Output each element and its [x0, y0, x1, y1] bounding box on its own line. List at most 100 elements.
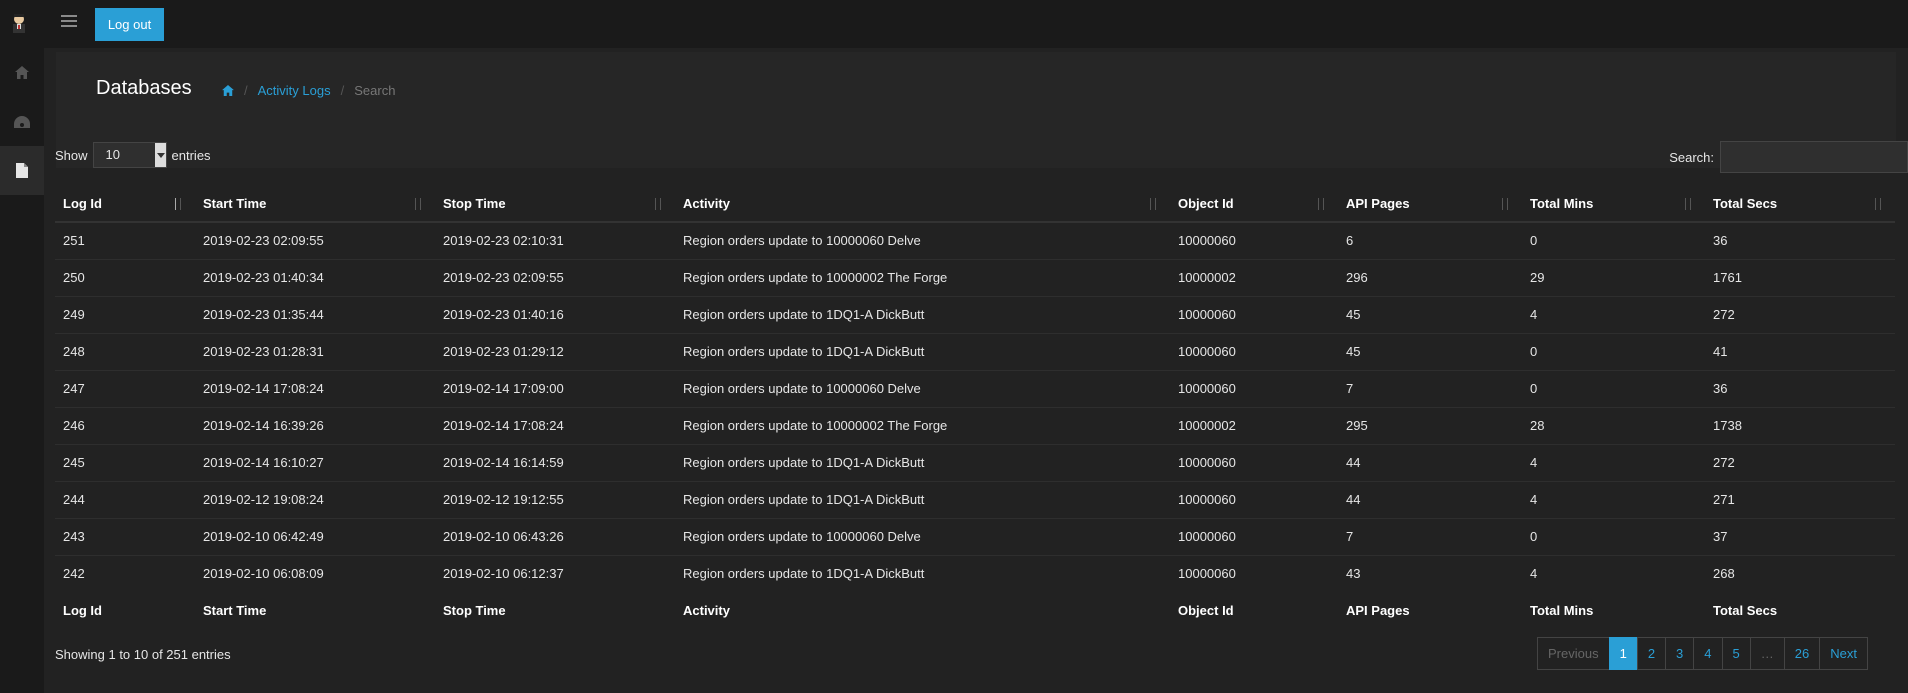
table-cell: 272 — [1705, 295, 1895, 333]
footer-column-label: Total Mins — [1530, 602, 1594, 618]
search-label: Search: — [1669, 149, 1714, 165]
table-cell: 2019-02-12 19:12:55 — [435, 480, 675, 518]
table-cell: 7 — [1338, 517, 1522, 555]
footer-column-label: Log Id — [63, 602, 102, 618]
entries-select[interactable]: 10 — [92, 142, 167, 168]
breadcrumb-separator: / — [340, 83, 345, 98]
table-cell: 10000060 — [1170, 369, 1338, 407]
table-cell: Region orders update to 1DQ1-A DickButt — [675, 443, 1170, 481]
menu-toggle-icon[interactable] — [61, 15, 77, 29]
search-control: Search: — [1669, 141, 1908, 173]
file-icon — [16, 163, 28, 178]
sidebar-item-home[interactable] — [0, 48, 44, 97]
table-cell: 10000060 — [1170, 295, 1338, 333]
table-cell: 2019-02-23 01:40:16 — [435, 295, 675, 333]
table-cell: 0 — [1522, 517, 1705, 555]
table-cell: 10000002 — [1170, 258, 1338, 296]
entries-label: entries — [171, 147, 211, 163]
breadcrumb-activity-logs[interactable]: Activity Logs — [258, 83, 331, 98]
table-cell: 4 — [1522, 480, 1705, 518]
column-header[interactable]: API Pages — [1338, 186, 1522, 223]
previous-page-button[interactable]: Previous — [1537, 637, 1610, 670]
chevron-down-icon[interactable] — [154, 143, 166, 167]
home-icon — [15, 66, 29, 79]
page-button[interactable]: 5 — [1721, 637, 1751, 670]
table-cell: 243 — [55, 517, 195, 555]
footer-column-label: API Pages — [1346, 602, 1410, 618]
table-cell: 2019-02-10 06:42:49 — [195, 517, 435, 555]
table-cell: 268 — [1705, 554, 1895, 592]
table-cell: 2019-02-23 01:40:34 — [195, 258, 435, 296]
table-header-row: Log Id Start Time Stop Time Activity Obj… — [55, 186, 1895, 223]
column-header[interactable]: Start Time — [195, 186, 435, 223]
table-cell: 44 — [1338, 480, 1522, 518]
table-cell: Region orders update to 10000002 The For… — [675, 406, 1170, 444]
table-cell: 250 — [55, 258, 195, 296]
page-title: Databases — [96, 77, 192, 99]
search-input[interactable] — [1720, 141, 1908, 173]
table-cell: 36 — [1705, 369, 1895, 407]
table-cell: 10000060 — [1170, 480, 1338, 518]
column-header[interactable]: Object Id — [1170, 186, 1338, 223]
logout-button[interactable]: Log out — [95, 8, 164, 41]
table-row: 249 2019-02-23 01:35:44 2019-02-23 01:40:1… — [55, 295, 1895, 333]
table-cell: 2019-02-10 06:12:37 — [435, 554, 675, 592]
pagination: Previous 1 2 3 4 5… 26 Next — [1537, 637, 1868, 670]
logo-icon — [8, 12, 30, 36]
table-row: 246 2019-02-14 16:39:26 2019-02-14 17:08:2… — [55, 406, 1895, 444]
footer-column-label: Activity — [683, 602, 730, 618]
table-row: 251 2019-02-23 02:09:55 2019-02-23 02:10:3… — [55, 221, 1895, 259]
next-page-button[interactable]: Next — [1819, 637, 1868, 670]
column-header[interactable]: Stop Time — [435, 186, 675, 223]
column-header[interactable]: Activity — [675, 186, 1170, 223]
table-cell: 10000060 — [1170, 443, 1338, 481]
table-row: 247 2019-02-14 17:08:24 2019-02-14 17:09:0… — [55, 369, 1895, 407]
table-cell: 0 — [1522, 332, 1705, 370]
table-cell: 4 — [1522, 443, 1705, 481]
table-cell: 247 — [55, 369, 195, 407]
column-header[interactable]: Total Mins — [1522, 186, 1705, 223]
table-cell: 28 — [1522, 406, 1705, 444]
table-cell: 2019-02-23 02:10:31 — [435, 221, 675, 259]
table-body: 251 2019-02-23 02:09:55 2019-02-23 02:10:3… — [55, 221, 1895, 592]
column-header[interactable]: Total Secs — [1705, 186, 1895, 223]
page-button[interactable]: 1 — [1608, 637, 1638, 670]
table-cell: 10000060 — [1170, 517, 1338, 555]
table-cell: 2019-02-14 16:39:26 — [195, 406, 435, 444]
table-cell: 6 — [1338, 221, 1522, 259]
table-cell: 2019-02-14 16:10:27 — [195, 443, 435, 481]
table-cell: 43 — [1338, 554, 1522, 592]
table-cell: Region orders update to 10000060 Delve — [675, 369, 1170, 407]
page-button[interactable]: 3 — [1665, 637, 1695, 670]
entries-select-value: 10 — [105, 147, 120, 162]
table-cell: 4 — [1522, 295, 1705, 333]
table-cell: Region orders update to 10000060 Delve — [675, 517, 1170, 555]
sort-icon — [1502, 198, 1514, 212]
sidebar-item-dashboard[interactable] — [0, 97, 44, 146]
page-button[interactable]: 4 — [1693, 637, 1723, 670]
table-row: 244 2019-02-12 19:08:24 2019-02-12 19:12:5… — [55, 480, 1895, 518]
footer-column-label: Object Id — [1178, 602, 1234, 618]
sidebar — [0, 48, 44, 693]
table-cell: 45 — [1338, 295, 1522, 333]
table-cell: Region orders update to 10000060 Delve — [675, 221, 1170, 259]
breadcrumb-separator: / — [244, 83, 248, 98]
table-cell: 2019-02-23 01:28:31 — [195, 332, 435, 370]
sort-icon — [1318, 198, 1330, 212]
table-cell: Region orders update to 10000002 The For… — [675, 258, 1170, 296]
table-cell: 41 — [1705, 332, 1895, 370]
table-cell: 29 — [1522, 258, 1705, 296]
sort-icon — [1875, 198, 1887, 212]
table-cell: 1738 — [1705, 406, 1895, 444]
table-row: 242 2019-02-10 06:08:09 2019-02-10 06:12:3… — [55, 554, 1895, 592]
column-header[interactable]: Log Id — [55, 186, 195, 223]
home-icon[interactable] — [222, 85, 234, 96]
table-cell: 2019-02-12 19:08:24 — [195, 480, 435, 518]
page-button[interactable]: 2 — [1636, 637, 1667, 670]
table-cell: 2019-02-23 02:09:55 — [435, 258, 675, 296]
table-cell: 2019-02-23 02:09:55 — [195, 221, 435, 259]
sidebar-item-file[interactable] — [0, 146, 44, 195]
table-cell: 246 — [55, 406, 195, 444]
table-row: 248 2019-02-23 01:28:31 2019-02-23 01:29:1… — [55, 332, 1895, 370]
page-button[interactable]: 26 — [1783, 637, 1821, 670]
